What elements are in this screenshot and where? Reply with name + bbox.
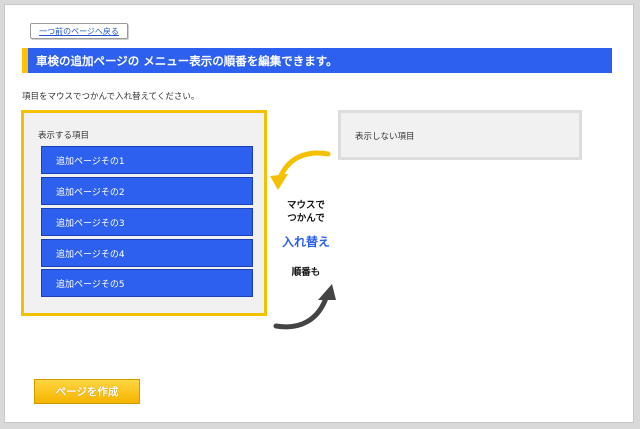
hidden-items-box[interactable]: 表示しない項目 <box>338 110 582 160</box>
callout-line3: 順番も <box>291 267 321 278</box>
page-title: 車検の追加ページの メニュー表示の順番を編集できます。 <box>36 53 338 68</box>
shown-items-box: 表示する項目 追加ページその1 追加ページその2 追加ページその3 追加ページそ… <box>21 110 267 316</box>
callout-line1: マウスで <box>286 200 325 211</box>
page-title-bar: 車検の追加ページの メニュー表示の順番を編集できます。 <box>22 48 612 73</box>
list-item[interactable]: 追加ページその1 <box>41 146 253 174</box>
list-item[interactable]: 追加ページその5 <box>41 269 253 297</box>
drag-hint-callout: マウスで つかんで 入れ替え 順番も <box>266 150 346 330</box>
instruction-text: 項目をマウスでつかんで入れ替えてください。 <box>22 92 200 102</box>
callout-line2: つかんで <box>287 213 325 224</box>
list-item[interactable]: 追加ページその2 <box>41 177 253 205</box>
hidden-items-title: 表示しない項目 <box>355 132 415 142</box>
callout-swap: 入れ替え <box>281 235 330 249</box>
list-item[interactable]: 追加ページその3 <box>41 208 253 236</box>
back-button[interactable]: 一つ前のページへ戻る <box>30 23 128 39</box>
shown-items-title: 表示する項目 <box>38 131 90 141</box>
create-page-button[interactable]: ページを作成 <box>34 379 140 404</box>
list-item[interactable]: 追加ページその4 <box>41 239 253 267</box>
